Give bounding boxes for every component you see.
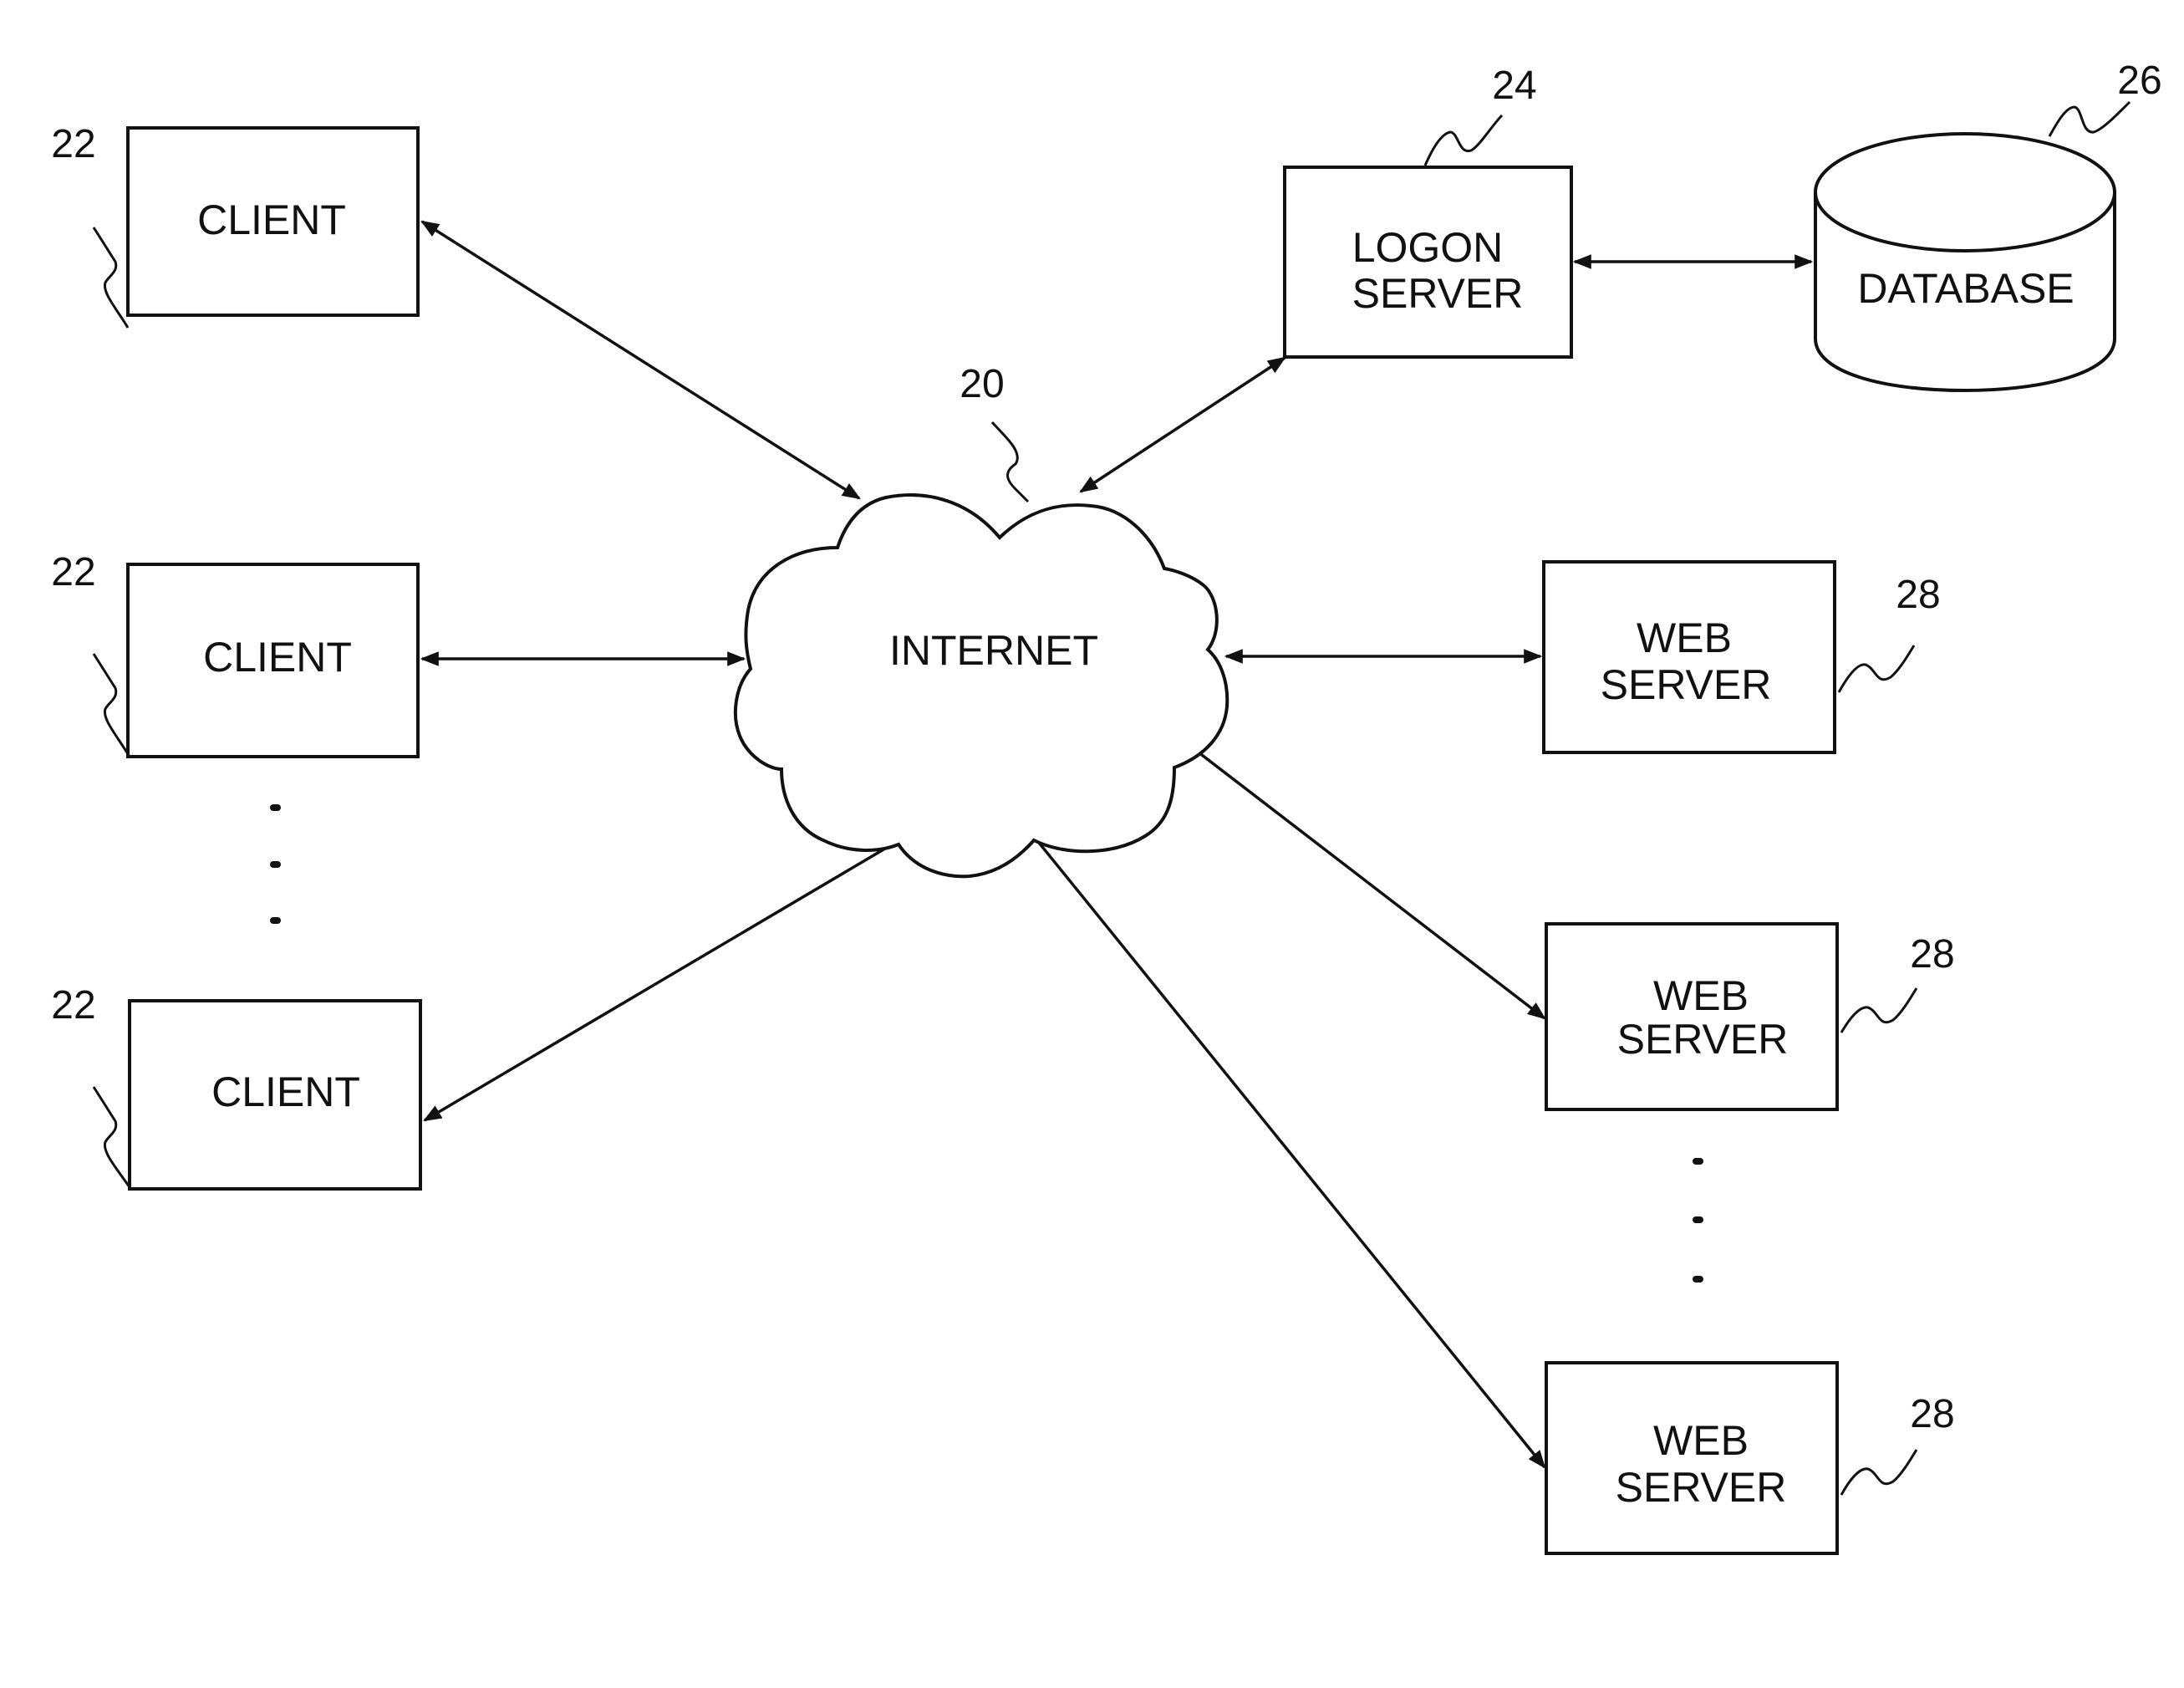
ellipsis-dot [1693, 1158, 1703, 1165]
ellipsis-dot [270, 917, 281, 924]
ref-label-internet: 20 [960, 362, 1004, 406]
leader-line-internet [990, 421, 1030, 503]
web-server-node-2: WEB SERVER [1545, 922, 1839, 1111]
web-server-label-line1: WEB [1653, 972, 1749, 1019]
client-label: CLIENT [203, 634, 352, 681]
ref-label-client-1: 22 [51, 122, 95, 166]
cloud-shape [733, 493, 1229, 879]
leader-line-web-server-3 [1840, 1449, 1918, 1496]
leader-line-web-server-2 [1840, 987, 1918, 1033]
ref-label-web-server-3: 28 [1910, 1392, 1954, 1436]
database-node: DATABASE [1814, 132, 2116, 393]
web-server-node-1: WEB SERVER [1542, 560, 1836, 754]
client-label: CLIENT [197, 196, 346, 243]
leader-line-database [2048, 100, 2131, 137]
leader-line-client-3 [92, 1086, 131, 1188]
ellipsis-dot [1693, 1216, 1703, 1223]
ellipsis-dot [270, 861, 281, 868]
ref-label-client-3: 22 [51, 983, 95, 1028]
edge-client1-internet [420, 220, 861, 500]
leader-line-client-1 [92, 227, 130, 329]
leader-line-logon-server [1423, 114, 1504, 166]
edge-internet-web2 [1175, 734, 1546, 1020]
internet-cloud: INTERNET [733, 493, 1229, 879]
leader-line-client-2 [92, 653, 130, 755]
edge-internet-logon [1079, 356, 1286, 493]
client-node-2: CLIENT [126, 563, 420, 758]
database-cylinder-top [1814, 132, 2116, 252]
logon-server-label-line1: LOGON [1352, 224, 1504, 271]
ref-label-database: 26 [2117, 59, 2161, 103]
logon-server-node: LOGON SERVER [1283, 166, 1573, 359]
web-server-label-line2: SERVER [1617, 1016, 1789, 1063]
web-server-node-3: WEB SERVER [1545, 1361, 1839, 1555]
edge-client3-internet [423, 823, 928, 1122]
ref-label-logon-server: 24 [1492, 64, 1536, 108]
web-server-label-line2: SERVER [1616, 1464, 1787, 1511]
leader-line-web-server-1 [1837, 645, 1916, 693]
client-label: CLIENT [211, 1068, 360, 1115]
database-label: DATABASE [1857, 265, 2074, 312]
logon-server-label-line2: SERVER [1352, 270, 1524, 317]
web-server-label-line2: SERVER [1601, 661, 1772, 708]
edge-internet-web3 [1020, 819, 1546, 1469]
internet-label: INTERNET [889, 627, 1098, 674]
web-servers-ellipsis [1693, 1158, 1703, 1283]
ellipsis-dot [270, 804, 281, 811]
ref-label-web-server-1: 28 [1896, 573, 1940, 617]
client-node-1: CLIENT [126, 126, 420, 317]
ref-label-web-server-2: 28 [1910, 932, 1954, 977]
ellipsis-dot [1693, 1276, 1703, 1283]
web-server-label-line1: WEB [1653, 1417, 1749, 1464]
ref-label-client-2: 22 [51, 550, 95, 594]
client-node-3: CLIENT [128, 999, 422, 1191]
network-diagram: INTERNET 20 CLIENT 22 CLIENT 22 CLIENT 2… [51, 59, 2162, 1555]
web-server-label-line1: WEB [1637, 615, 1732, 661]
clients-ellipsis [270, 804, 281, 924]
